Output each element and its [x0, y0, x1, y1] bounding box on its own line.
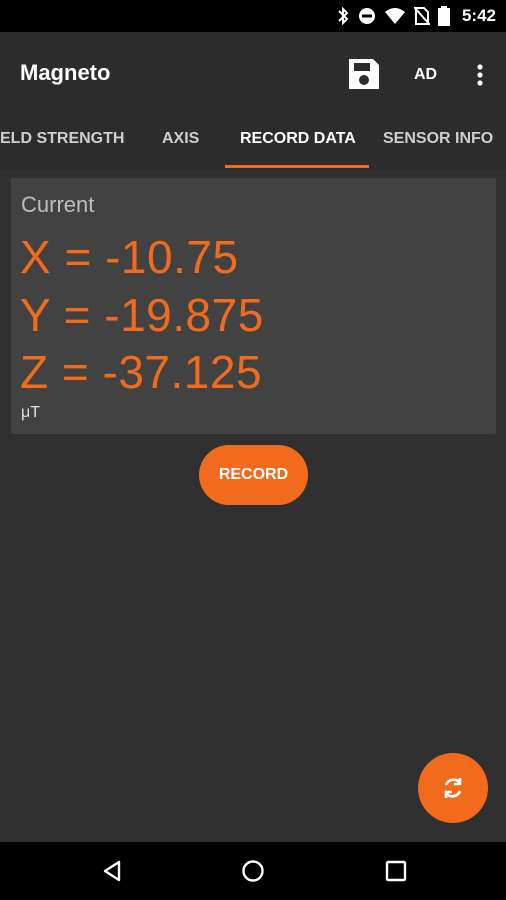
back-icon[interactable]	[100, 859, 124, 883]
do-not-disturb-icon	[358, 8, 375, 24]
unit-label: μT	[21, 404, 40, 421]
tab-indicator	[225, 165, 369, 168]
record-button[interactable]: RECORD	[199, 445, 308, 505]
tab-record-data[interactable]: RECORD DATA	[240, 130, 356, 148]
status-bar: 5:42	[0, 0, 506, 32]
tab-bar: ELD STRENGTH AXIS RECORD DATA SENSOR INF…	[0, 118, 506, 170]
ad-button[interactable]: AD	[414, 66, 437, 84]
bluetooth-icon	[338, 6, 349, 26]
tab-field-strength[interactable]: ELD STRENGTH	[0, 130, 124, 148]
refresh-fab[interactable]	[418, 753, 488, 823]
tab-sensor-info[interactable]: SENSOR INFO	[383, 130, 493, 148]
x-value: X = -10.75	[20, 231, 239, 283]
current-label: Current	[21, 192, 95, 217]
app-title: Magneto	[20, 60, 111, 85]
save-icon[interactable]	[346, 56, 382, 92]
app-bar: Magneto AD	[0, 32, 506, 118]
y-value: Y = -19.875	[20, 289, 264, 341]
refresh-icon	[444, 778, 462, 798]
reading-card: Current X = -10.75 Y = -19.875 Z = -37.1…	[11, 178, 496, 434]
wifi-icon	[384, 8, 405, 24]
home-icon[interactable]	[241, 859, 265, 883]
navigation-bar	[0, 842, 506, 900]
recents-icon[interactable]	[384, 859, 408, 883]
no-sim-icon	[413, 7, 430, 25]
battery-icon	[437, 6, 450, 26]
z-value: Z = -37.125	[20, 346, 263, 398]
clock: 5:42	[461, 6, 496, 25]
more-vert-icon[interactable]	[468, 60, 492, 90]
tab-axis[interactable]: AXIS	[162, 130, 199, 148]
